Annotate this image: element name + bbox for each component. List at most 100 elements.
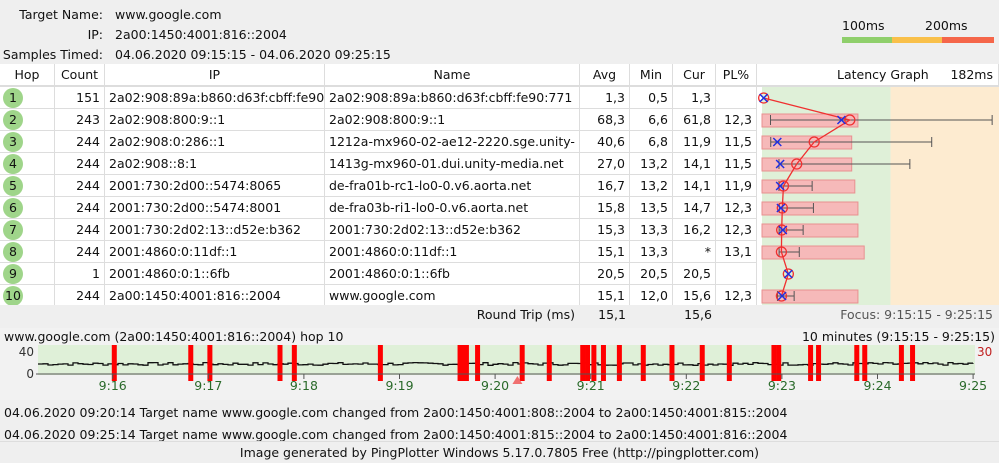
cell-pl: 12,3 (716, 109, 757, 130)
loss-scale-label: 30 (977, 345, 992, 359)
cell-count: 243 (55, 109, 105, 130)
packet-loss-spike (585, 345, 591, 381)
packet-loss-spike (862, 345, 868, 381)
hop-row[interactable]: 2 243 2a02:908:800:9::1 2a02:908:800:9::1 68… (0, 109, 757, 131)
cell-min: 0,5 (630, 87, 673, 108)
cell-ip: 2001:730:2d02:13::d52e:b362 (105, 219, 325, 240)
x-tick-label: 9:22 (672, 378, 700, 393)
column-header-name[interactable]: Name (325, 64, 580, 87)
hop-number: 8 (0, 241, 55, 262)
packet-loss-spike (771, 345, 777, 381)
hop-row[interactable]: 6 244 2001:730:2d00::5474:8001 de-fra03b-ri… (0, 197, 757, 219)
cell-cur: 11,9 (673, 131, 716, 152)
cell-min: 12,0 (630, 285, 673, 306)
cell-ip: 2001:4860:0:1::6fb (105, 263, 325, 284)
target-name: www.google.com (115, 7, 222, 22)
cell-avg: 27,0 (580, 153, 630, 174)
latency-graph-scale: 182ms (950, 67, 993, 82)
cell-count: 244 (55, 175, 105, 196)
column-header-avg[interactable]: Avg (580, 64, 630, 87)
packet-loss-spike (291, 345, 297, 381)
cell-pl: 13,1 (716, 241, 757, 262)
x-tick-label: 9:24 (863, 378, 891, 393)
x-tick-label: 9:23 (768, 378, 796, 393)
x-tick-label: 9:16 (99, 378, 127, 393)
cell-pl: 11,9 (716, 175, 757, 196)
cell-name: 1413g-mx960-01.dui.unity-media.net (325, 153, 580, 174)
hop-number: 2 (0, 109, 55, 130)
column-header-latency-graph[interactable]: Latency Graph 182ms (757, 64, 999, 87)
hop-badge: 10 (3, 286, 23, 306)
hop-row[interactable]: 7 244 2001:730:2d02:13::d52e:b362 2001:730:… (0, 219, 757, 241)
cell-cur: 14,1 (673, 153, 716, 174)
cell-name: 2a02:908:800:9::1 (325, 109, 580, 130)
packet-loss-spike (475, 345, 481, 381)
cell-count: 244 (55, 197, 105, 218)
cell-ip: 2a00:1450:4001:816::2004 (105, 285, 325, 306)
column-header-cur[interactable]: Cur (673, 64, 716, 87)
legend-red (942, 37, 994, 43)
cell-pl: 12,3 (716, 197, 757, 218)
cell-cur: 15,6 (673, 285, 716, 306)
packet-loss-spike (519, 345, 525, 381)
cell-cur: 14,1 (673, 175, 716, 196)
cell-ip: 2a02:908:800:9::1 (105, 109, 325, 130)
cell-name: de-fra03b-ri1-lo0-0.v6.aorta.net (325, 197, 580, 218)
hop-number: 9 (0, 263, 55, 284)
cell-cur: 16,2 (673, 219, 716, 240)
hop-row[interactable]: 9 1 2001:4860:0:1::6fb 2001:4860:0:1::6fb 20… (0, 263, 757, 285)
column-header-count[interactable]: Count (55, 64, 105, 87)
packet-loss-spike (640, 345, 646, 381)
hop-row[interactable]: 5 244 2001:730:2d00::5474:8065 de-fra01b-rc… (0, 175, 757, 197)
cell-count: 244 (55, 241, 105, 262)
packet-loss-spike (699, 345, 705, 381)
cell-pl (716, 263, 757, 284)
legend-green (842, 37, 892, 43)
cell-name: 2a02:908:89a:b860:d63f:cbff:fe90:771 (325, 87, 580, 108)
cell-count: 244 (55, 219, 105, 240)
column-header-min[interactable]: Min (630, 64, 673, 87)
x-tick-label: 9:18 (290, 378, 318, 393)
round-trip-avg: 15,1 (598, 307, 626, 322)
hop-row[interactable]: 8 244 2001:4860:0:11df::1 2001:4860:0:11df:… (0, 241, 757, 263)
packet-loss-spike (776, 345, 782, 381)
hop-row[interactable]: 11512a02:908:89a:b860:d63f:cbff:fe90:771… (0, 87, 757, 109)
hop-number: 3 (0, 131, 55, 152)
hop-badge: 8 (3, 242, 23, 262)
hop-number: 7 (0, 219, 55, 240)
cell-pl (716, 87, 757, 108)
cell-ip: 2001:730:2d00::5474:8065 (105, 175, 325, 196)
cell-ip: 2a02:908::8:1 (105, 153, 325, 174)
hop-table: Hop Count IP Name Avg Min Cur PL% Latency Graph 1… (0, 64, 999, 326)
footer: Image generated by PingPlotter Windows 5… (0, 441, 999, 462)
hop-number: 6 (0, 197, 55, 218)
y-tick-label: 0 (26, 367, 34, 381)
hop-row[interactable]: 3 244 2a02:908:0:286::1 1212a-mx960-02-ae12… (0, 131, 757, 153)
packet-loss-spike (898, 345, 904, 381)
packet-loss-spike (546, 345, 552, 381)
hop-badge: 4 (3, 154, 23, 174)
log-entry: 04.06.2020 09:20:14 Target name www.goog… (4, 405, 788, 420)
cell-pl: 11,5 (716, 153, 757, 174)
packet-loss-spike (188, 345, 194, 381)
samples-label: Samples Timed: (2, 47, 103, 62)
hop-badge: 3 (3, 132, 23, 152)
column-header-hop[interactable]: Hop (0, 64, 55, 87)
cell-avg: 15,3 (580, 219, 630, 240)
hop-badge: 7 (3, 220, 23, 240)
cell-count: 244 (55, 153, 105, 174)
cell-pl: 12,3 (716, 219, 757, 240)
packet-loss-spike (580, 345, 586, 381)
hop-row[interactable]: 4 244 2a02:908::8:1 1413g-mx960-01.dui.unit… (0, 153, 757, 175)
cell-pl: 11,5 (716, 131, 757, 152)
column-header-ip[interactable]: IP (105, 64, 325, 87)
hop-number: 5 (0, 175, 55, 196)
hop-number: 10 (0, 285, 55, 306)
ip-label: IP: (87, 27, 103, 42)
cell-min: 13,3 (630, 219, 673, 240)
x-tick-label: 9:25 (959, 378, 987, 393)
hop-row[interactable]: 10 244 2a00:1450:4001:816::2004 www.google.… (0, 285, 757, 307)
column-header-pl[interactable]: PL% (716, 64, 757, 87)
packet-loss-spike (808, 345, 814, 381)
hop-badge: 5 (3, 176, 23, 196)
